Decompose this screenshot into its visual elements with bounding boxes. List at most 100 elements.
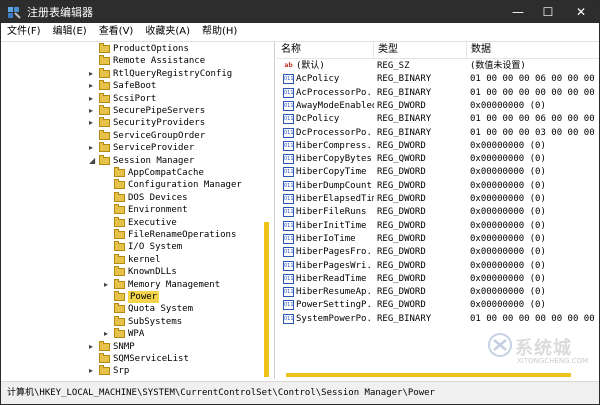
- tree-item[interactable]: DOS Devices: [1, 191, 266, 205]
- tree-item[interactable]: FileRenameOperations: [1, 229, 266, 242]
- value-row[interactable]: 011PowerSettingP...REG_DWORD 0x00000000 (…: [277, 299, 599, 312]
- tree-item[interactable]: ▸ ScsiPort: [1, 92, 266, 106]
- value-type: REG_DWORD: [377, 300, 426, 311]
- tree-item-label: Srp: [113, 366, 130, 377]
- tree-item[interactable]: ▸ ServiceProvider: [1, 142, 266, 155]
- value-row[interactable]: 011 HiberCopyBytes REG_QWORD 0x00000000 (0): [277, 153, 599, 166]
- value-data: (数值未设置): [470, 61, 526, 71]
- value-row[interactable]: 011 HiberReadTime REG_DWORD 0x00000000 (0): [277, 273, 599, 286]
- tree-item[interactable]: ▸ RtlQueryRegistryConfig: [1, 67, 266, 81]
- value-type: REG_DWORD: [377, 194, 426, 204]
- minimize-button[interactable]: —: [503, 1, 533, 23]
- tree-item[interactable]: ▸ SafeBoot: [1, 80, 266, 93]
- tree-expander-icon[interactable]: ▸: [89, 142, 97, 154]
- value-row[interactable]: 011HiberPagesWri...REG_DWORD 0x00000000 (…: [277, 260, 599, 273]
- tree-scrollbar-thumb[interactable]: [264, 222, 269, 377]
- value-row[interactable]: 011HiberElapsedTimeREG_DWORD 0x00000000 (…: [277, 193, 599, 206]
- tree-item-label: FileRenameOperations: [128, 230, 237, 240]
- tree-item[interactable]: kernel: [1, 253, 266, 267]
- binary-value-icon: 011: [283, 300, 294, 311]
- tree-item[interactable]: Remote Assistance: [1, 55, 266, 68]
- folder-icon: [99, 129, 110, 140]
- value-row[interactable]: 011HiberResumeAp...REG_DWORD 0x00000000 (…: [277, 286, 599, 299]
- close-button[interactable]: ✕: [563, 1, 599, 23]
- binary-value-icon: 011: [283, 154, 294, 165]
- title-bar[interactable]: 注册表编辑器 — ☐ ✕: [1, 1, 599, 23]
- tree-item[interactable]: ProductOptions: [1, 43, 266, 56]
- tree-expander-icon[interactable]: ▸: [89, 117, 97, 129]
- menu-edit[interactable]: 编辑(E): [47, 23, 93, 41]
- tree-item[interactable]: ServiceGroupOrder: [1, 129, 266, 143]
- tree-item[interactable]: Power: [1, 291, 266, 304]
- tree-item[interactable]: SQMServiceList: [1, 353, 266, 366]
- value-row[interactable]: 011AcProcessorPo...REG_BINARY 01 00 00 00…: [277, 87, 599, 100]
- tree-expander-icon[interactable]: ▸: [89, 68, 97, 80]
- value-row[interactable]: 011 HiberFileRuns REG_DWORD 0x00000000 (0): [277, 206, 599, 219]
- value-row[interactable]: 011 HiberCopyTime REG_DWORD 0x00000000 (0): [277, 166, 599, 179]
- value-type: REG_DWORD: [377, 100, 426, 111]
- tree-item-label: Memory Management: [128, 279, 221, 290]
- tree-item[interactable]: ▸ Srp: [1, 365, 266, 378]
- value-row[interactable]: 011DcProcessorPo...REG_BINARY 01 00 00 00…: [277, 127, 599, 140]
- tree-expander-icon[interactable]: ▸: [89, 80, 97, 92]
- value-type: REG_BINARY: [377, 114, 432, 125]
- column-header-type[interactable]: 类型: [374, 42, 467, 58]
- value-name: HiberCompress...: [296, 140, 374, 151]
- tree-item[interactable]: ◢ Session Manager: [1, 154, 266, 168]
- folder-icon: [99, 117, 110, 128]
- tree-item[interactable]: ▸ Memory Management: [1, 278, 266, 292]
- menu-favorites[interactable]: 收藏夹(A): [139, 23, 196, 41]
- tree-item[interactable]: ▸ WPA: [1, 328, 266, 341]
- value-data: 0x00000000 (0): [470, 167, 546, 178]
- tree-item-label: SubSystems: [128, 316, 183, 327]
- folder-icon: [114, 204, 125, 215]
- tree-item[interactable]: I/O System: [1, 241, 266, 254]
- tree-item[interactable]: ▸ SNMP: [1, 340, 266, 354]
- folder-icon: [99, 67, 110, 78]
- tree-expander-icon[interactable]: ▸: [89, 341, 97, 353]
- value-row[interactable]: 011 HiberDumpCount REG_DWORD 0x00000000 (0): [277, 180, 599, 193]
- binary-value-icon: 011: [283, 114, 294, 125]
- tree-item[interactable]: Configuration Manager: [1, 179, 266, 192]
- tree-expander-icon[interactable]: ◢: [89, 155, 97, 167]
- registry-tree[interactable]: ProductOptions Remote Assistance ▸ RtlQuery…: [1, 42, 275, 379]
- binary-value-icon: 011: [283, 207, 294, 218]
- tree-item[interactable]: Quota System: [1, 303, 266, 316]
- tree-item[interactable]: AppCompatCache: [1, 167, 266, 180]
- tree-item[interactable]: ▸ SecurePipeServers: [1, 105, 266, 118]
- value-row[interactable]: 011 AcPolicy REG_BINARY 01 00 00 00 06 00 0…: [277, 73, 599, 86]
- value-data: 01 00 00 00 03 00 00 00 03: [470, 127, 599, 138]
- folder-icon: [114, 179, 125, 190]
- column-header-data[interactable]: 数据: [467, 42, 599, 58]
- tree-item[interactable]: KnownDLLs: [1, 266, 266, 279]
- tree-expander-icon[interactable]: ▸: [104, 328, 112, 340]
- maximize-button[interactable]: ☐: [533, 1, 563, 23]
- tree-item[interactable]: ▸ SecurityProviders: [1, 117, 266, 130]
- tree-expander-icon[interactable]: ▸: [104, 279, 112, 291]
- tree-item[interactable]: Executive: [1, 216, 266, 230]
- value-row[interactable]: 011 HiberIoTime REG_DWORD 0x00000000 (0): [277, 233, 599, 246]
- value-row[interactable]: 011 HiberInitTime REG_DWORD 0x00000000 (0): [277, 220, 599, 233]
- tree-expander-icon[interactable]: ▸: [89, 365, 97, 377]
- tree-expander-icon[interactable]: ▸: [89, 105, 97, 117]
- menu-view[interactable]: 查看(V): [93, 23, 140, 41]
- tree-item[interactable]: Environment: [1, 204, 266, 217]
- value-row[interactable]: ab (默认) REG_SZ (数值未设置): [277, 60, 599, 73]
- tree-item-label: DOS Devices: [128, 192, 188, 203]
- value-row[interactable]: 011HiberCompress...REG_DWORD 0x00000000 (…: [277, 140, 599, 153]
- value-row[interactable]: 011HiberPagesFro...REG_DWORD 0x00000000 (…: [277, 246, 599, 259]
- column-header-name[interactable]: 名称: [277, 42, 374, 58]
- folder-icon: [114, 328, 125, 339]
- value-row[interactable]: 011 AwayModeEnabled REG_DWORD 0x00000000 (0…: [277, 100, 599, 113]
- tree-expander-icon[interactable]: ▸: [89, 93, 97, 105]
- value-name: AcPolicy: [296, 74, 340, 85]
- menu-help[interactable]: 帮助(H): [196, 23, 243, 41]
- watermark-subtext: XITONGCHENG.COM: [517, 357, 589, 365]
- value-row[interactable]: 011 DcPolicy REG_BINARY 01 00 00 00 06 00 0…: [277, 113, 599, 126]
- menu-file[interactable]: 文件(F): [1, 23, 47, 41]
- tree-item-label: Configuration Manager: [128, 180, 242, 191]
- tree-item[interactable]: SubSystems: [1, 315, 266, 329]
- value-row[interactable]: 011SystemPowerPo...REG_BINARY 01 00 00 00…: [277, 313, 599, 326]
